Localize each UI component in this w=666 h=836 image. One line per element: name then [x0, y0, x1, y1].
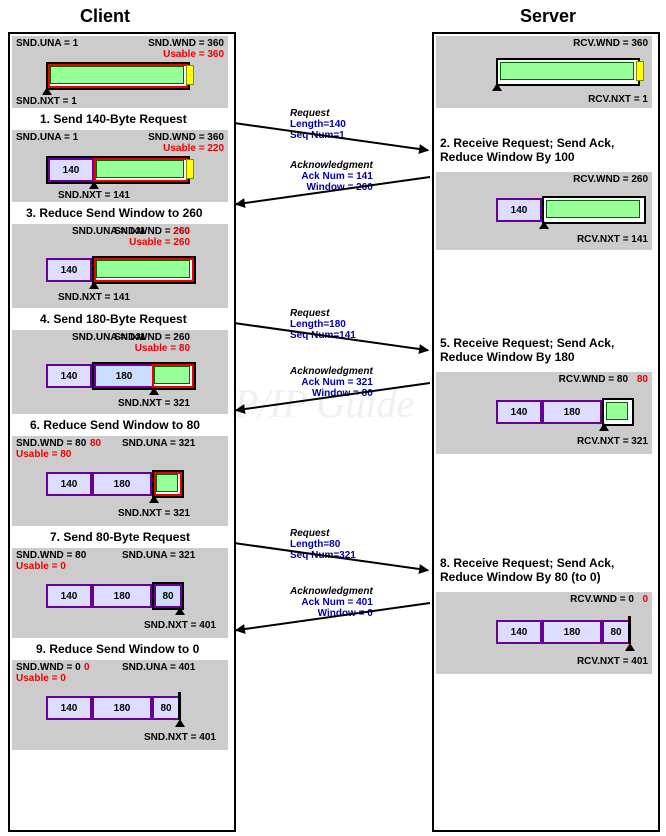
sndwnd: SND.WND = 360 — [148, 38, 224, 49]
usable-frame — [48, 64, 188, 88]
step-5: 5. Receive Request; Send Ack,Reduce Wind… — [440, 336, 614, 364]
step-6: 6. Reduce Send Window to 80 — [30, 418, 200, 432]
sndnxt: SND.NXT = 1 — [16, 96, 77, 107]
msg-2: AcknowledgmentAck Num = 141Window = 260 — [290, 160, 373, 193]
step-7: 7. Send 80-Byte Request — [50, 530, 190, 544]
client-panel-2: SND.UNA = 1 SND.WND = 360 Usable = 220 1… — [12, 130, 228, 202]
diagram: Client Server The TCP/IP Guide SND.UNA =… — [0, 0, 666, 836]
step-8: 8. Receive Request; Send Ack,Reduce Wind… — [440, 556, 614, 584]
step-9: 9. Reduce Send Window to 0 — [36, 642, 199, 656]
client-panel-3: SND.UNA = 141 SND.WND = 260 260 Usable =… — [12, 224, 228, 308]
msg-4: AcknowledgmentAck Num = 321Window = 80 — [290, 366, 373, 399]
server-panel-2: RCV.WND = 260 140 RCV.NXT = 141 — [436, 172, 652, 250]
step-3: 3. Reduce Send Window to 260 — [26, 206, 203, 220]
usable: Usable = 360 — [163, 49, 224, 60]
client-panel-5: SND.WND = 80 80 Usable = 80 SND.UNA = 32… — [12, 436, 228, 526]
step-4: 4. Send 180-Byte Request — [40, 312, 187, 326]
step-1: 1. Send 140-Byte Request — [40, 112, 187, 126]
yellowtab — [186, 65, 194, 85]
server-panel-4: RCV.WND = 0 0 140 180 80 RCV.NXT = 401 — [436, 592, 652, 674]
client-panel-1: SND.UNA = 1 SND.WND = 360 Usable = 360 S… — [12, 36, 228, 108]
server-header: Server — [520, 6, 576, 27]
snduna: SND.UNA = 1 — [16, 38, 78, 49]
server-panel-1: RCV.WND = 360 RCV.NXT = 1 — [436, 36, 652, 108]
step-2: 2. Receive Request; Send Ack,Reduce Wind… — [440, 136, 614, 164]
client-panel-7: SND.WND = 0 0 Usable = 0 SND.UNA = 401 1… — [12, 660, 228, 750]
msg-6: AcknowledgmentAck Num = 401Window = 0 — [290, 586, 373, 619]
client-header: Client — [80, 6, 130, 27]
server-panel-3: RCV.WND = 80 80 140 180 RCV.NXT = 321 — [436, 372, 652, 454]
client-panel-6: SND.WND = 80 Usable = 0 SND.UNA = 321 14… — [12, 548, 228, 638]
client-panel-4: SND.UNA = 141 SND.WND = 260 Usable = 80 … — [12, 330, 228, 414]
ptr — [42, 87, 52, 95]
